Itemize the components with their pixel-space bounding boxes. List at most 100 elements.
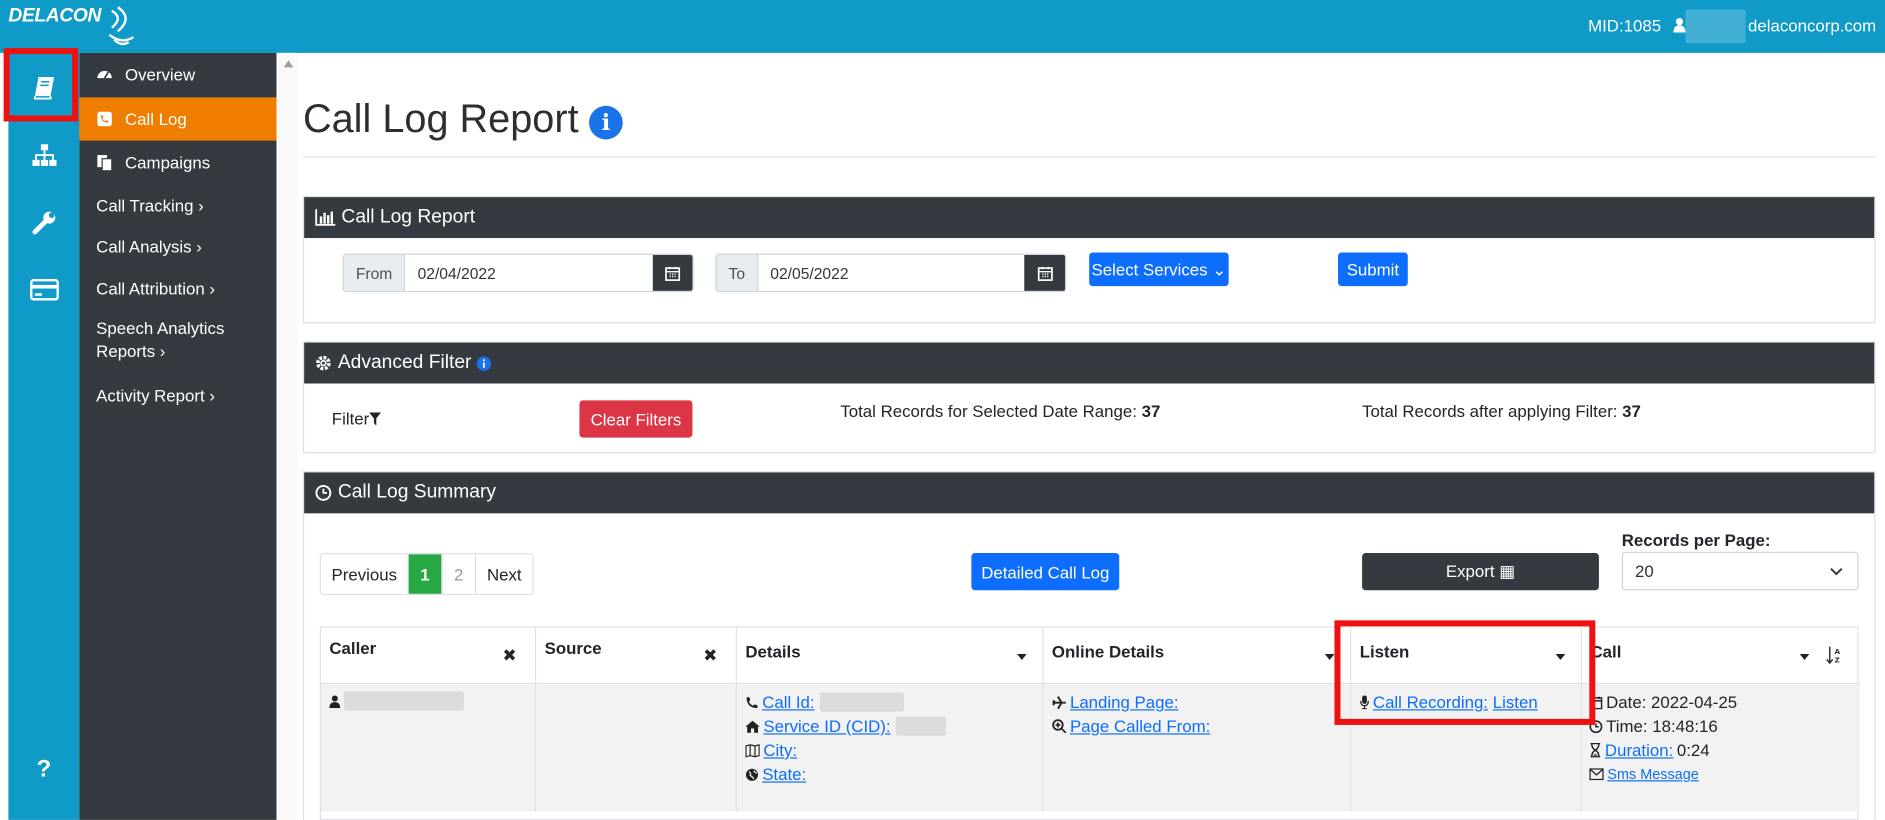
user-email-dropdown[interactable]: delaconcorp.com [1748,16,1876,35]
call-date-line: Date: 2022-04-25 [1589,692,1737,712]
header-label: Source [544,638,602,658]
call-id-link[interactable]: Call Id: [762,692,814,711]
call-time-line: Time: 18:48:16 [1589,716,1718,736]
clear-filters-button[interactable]: Clear Filters [579,400,693,438]
from-date-group: From 02/04/2022 [342,253,694,293]
panel-header: Call Log Report [304,197,1875,239]
info-small-icon[interactable] [476,355,492,371]
info-icon[interactable]: i [589,105,623,140]
bar-chart-icon [315,209,336,226]
cell-details: Call Id: Service ID (CID): City: State: [736,684,1044,812]
to-date-group: To 02/05/2022 [715,253,1067,293]
city-line: City: [745,741,797,760]
state-line: State: [745,765,806,784]
funnel-icon [369,411,382,425]
clear-source-filter-icon[interactable]: ✖ [703,646,717,666]
sidebar-item-label: Speech Analytics [96,318,225,338]
to-calendar-button[interactable] [1024,254,1066,291]
rail-settings-button[interactable] [8,196,79,249]
sitemap-icon [31,144,56,166]
listen-highlight-box [1334,620,1596,725]
next-page-button[interactable]: Next [476,554,533,594]
page-title: Call Log Report [302,96,579,141]
duration-value: 0:24 [1676,740,1710,760]
filter-toggle[interactable]: Filter [331,408,382,428]
caller-line [329,691,465,711]
sort-caret-icon[interactable] [1324,653,1335,661]
sidebar-item-label: Activity Report › [96,385,215,406]
city-link[interactable]: City: [763,741,797,760]
sidebar-item-overview[interactable]: Overview [79,53,276,95]
landing-page-link[interactable]: Landing Page: [1070,692,1179,711]
title-divider [302,156,1876,158]
rail-highlight-box [3,48,79,122]
page-1-button[interactable]: 1 [408,554,443,594]
sms-message-link[interactable]: Sms Message [1607,766,1698,783]
service-id-link[interactable]: Service ID (CID): [763,717,890,736]
filter-label: Filter [331,408,370,428]
sidebar-item-speech-analytics[interactable]: Speech Analytics Reports › [79,317,276,367]
to-date-input[interactable]: 02/05/2022 [758,254,1025,291]
sidebar-item-call-attribution[interactable]: Call Attribution › [79,267,276,310]
column-header-source[interactable]: Source ✖ [536,627,737,685]
total-records-text: Total Records for Selected Date Range: 3… [840,402,1160,421]
search-plus-icon [1052,719,1067,734]
sort-caret-icon[interactable] [1017,653,1027,661]
envelope-icon [1589,768,1604,781]
sidebar-item-label: Campaigns [125,152,211,172]
rail-billing-button[interactable] [8,263,79,316]
select-services-button[interactable]: Select Services ⌄ [1089,252,1229,287]
panel-title: Advanced Filter [337,352,472,373]
sort-caret-icon[interactable] [1799,653,1810,661]
map-icon [745,743,760,757]
clear-caller-filter-icon[interactable]: ✖ [503,646,517,666]
help-icon[interactable]: ? [8,743,79,796]
panel-header: Call Log Summary [304,472,1875,514]
column-header-details[interactable]: Details [737,627,1044,685]
page-called-from-link[interactable]: Page Called From: [1070,717,1210,736]
redacted-service-id [895,716,946,736]
column-header-call[interactable]: Call AZ [1582,628,1860,685]
scrollbar-track[interactable] [277,52,299,820]
column-header-online-details[interactable]: Online Details [1044,627,1352,685]
sms-line: Sms Message [1589,766,1699,783]
user-icon [329,694,341,708]
filtered-records-value: 37 [1622,401,1641,421]
duration-link[interactable]: Duration: [1605,741,1673,760]
sidebar-item-activity-report[interactable]: Activity Report › [79,374,276,417]
from-date-input[interactable]: 02/04/2022 [405,254,653,291]
records-per-page-select[interactable]: 20 [1621,551,1859,591]
sidebar-item-label: Overview [125,64,196,84]
pagination: Previous 1 2 Next [319,553,534,596]
sort-alpha-icon[interactable]: AZ [1826,646,1843,665]
scroll-up-arrow-icon[interactable] [283,60,294,68]
export-button[interactable]: Export ▦ [1362,553,1599,591]
redacted-call-id [819,692,904,712]
top-bar: DELACON MID:1085 delaconcorp.com [0,0,1885,53]
merchant-id: MID:1085 [1588,15,1662,35]
service-id-line: Service ID (CID): [745,716,946,736]
panel-title: Call Log Report [341,206,476,228]
logo-wave-icon [108,6,135,46]
from-calendar-button[interactable] [652,254,693,291]
svg-text:Z: Z [1835,655,1840,664]
call-time: Time: 18:48:16 [1606,716,1718,736]
call-duration-line: Duration: 0:24 [1589,740,1710,760]
filtered-records-label: Total Records after applying Filter: [1362,401,1618,421]
call-log-table: Caller ✖ Source ✖ Details Online Details… [319,626,1860,820]
sidebar-item-label: Call Attribution › [96,278,215,299]
sidebar-item-label: Call Log [125,109,187,129]
column-header-caller[interactable]: Caller ✖ [321,627,537,685]
calendar-icon [664,266,680,281]
detailed-call-log-button[interactable]: Detailed Call Log [971,553,1120,591]
previous-page-button[interactable]: Previous [321,554,409,594]
sidebar-item-call-log[interactable]: Call Log [79,97,277,141]
copy-icon [97,155,113,171]
sidebar-item-campaigns[interactable]: Campaigns [79,141,276,184]
rail-structure-button[interactable] [8,129,79,182]
sidebar-item-call-tracking[interactable]: Call Tracking › [79,184,276,227]
state-link[interactable]: State: [762,765,806,784]
page-2-button[interactable]: 2 [442,554,477,594]
sidebar-item-call-analysis[interactable]: Call Analysis › [79,225,276,268]
submit-button[interactable]: Submit [1338,252,1408,287]
